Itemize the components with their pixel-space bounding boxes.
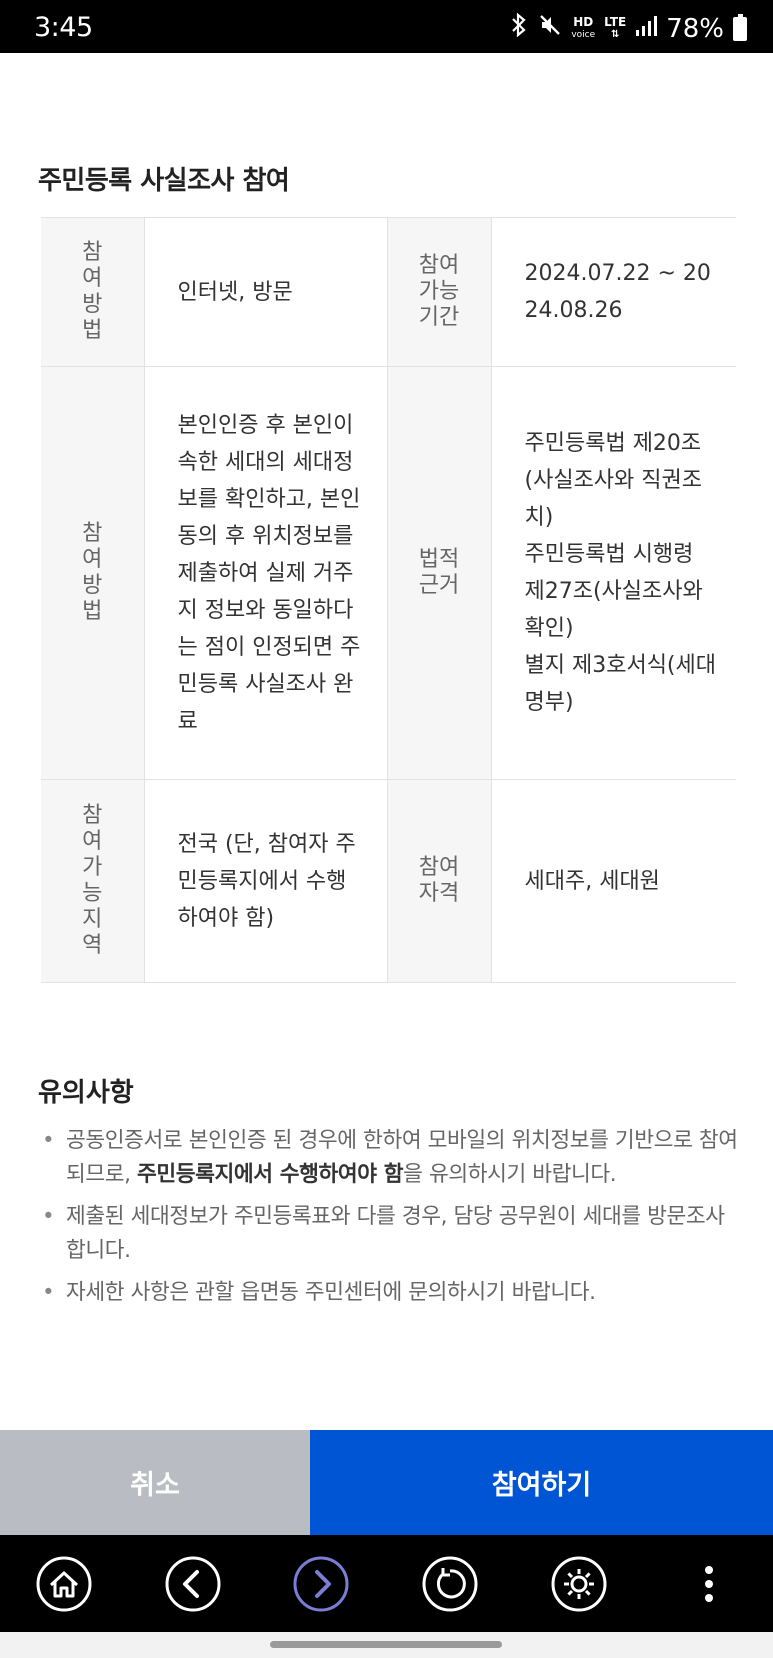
row-value: 인터넷, 방문 [144,217,387,367]
table-row: 참여방법 본인인증 후 본인이 속한 세대의 세대정보를 확인하고, 본인 동의… [41,366,736,780]
legal-basis-line: 주민등록법 시행령 제27조(사실조사와 확인) [524,542,703,641]
gesture-handle[interactable] [270,1641,502,1648]
cancel-button[interactable]: 취소 [0,1430,310,1535]
voice-label: voice [571,29,596,40]
status-time: 3:45 [34,12,93,43]
list-item: 제출된 세대정보가 주민등록표와 다를 경우, 담당 공무원이 세대를 방문조사… [38,1200,738,1268]
gesture-bar [0,1632,773,1658]
status-bar: 3:45 HD voice LTE ⇅ 78% [0,0,773,53]
legal-basis-line: 별지 제3호서식(세대명부) [524,653,717,715]
row-header-label: 참여가능지역 [82,803,103,958]
row-value: 2024.07.22 ~ 2024.08.26 [491,217,736,367]
hd-voice-indicator: HD voice [571,14,596,41]
row-value: 세대주, 세대원 [491,779,736,983]
row-header-label: 법적근거 [418,547,460,598]
legal-basis-line: 주민등록법 제20조(사실조사와 직권조치) [524,431,703,530]
notice-title: 유의사항 [38,1078,134,1108]
notice-emphasis: 주민등록지에서 수행하여야 함 [137,1162,404,1187]
row-header: 참여가능지역 [41,779,145,983]
forward-icon[interactable] [292,1555,350,1613]
lte-label: LTE [604,15,627,29]
list-item: 자세한 사항은 관할 읍면동 주민센터에 문의하시기 바랍니다. [38,1276,738,1310]
row-header-label: 참여방법 [82,521,103,624]
row-value: 본인인증 후 본인이 속한 세대의 세대정보를 확인하고, 본인 동의 후 위치… [144,366,387,780]
row-header-label: 참여자격 [418,855,460,906]
row-header: 참여자격 [386,779,492,983]
notice-text: 을 유의하시기 바랍니다. [403,1162,617,1187]
table-row: 참여방법 인터넷, 방문 참여가능기간 2024.07.22 ~ 2024.08… [41,217,736,367]
mute-icon [538,13,562,44]
more-icon[interactable] [680,1555,738,1613]
back-icon[interactable] [164,1555,222,1613]
list-item: 공동인증서로 본인인증 된 경우에 한하여 모바일의 위치정보를 기반으로 참여… [38,1124,738,1192]
battery-icon [733,13,747,41]
battery-percent: 78% [666,13,724,44]
refresh-icon[interactable] [421,1555,479,1613]
row-header-label: 참여방법 [82,240,103,343]
row-header: 법적근거 [386,366,492,780]
bluetooth-icon [509,12,529,45]
lte-indicator: LTE ⇅ [604,15,627,40]
notice-list: 공동인증서로 본인인증 된 경우에 한하여 모바일의 위치정보를 기반으로 참여… [38,1124,738,1318]
row-header-label: 참여가능기간 [418,253,460,330]
row-header: 참여방법 [41,217,145,367]
row-value: 전국 (단, 참여자 주민등록지에서 수행하여야 함) [144,779,387,983]
home-icon[interactable] [35,1555,93,1613]
row-header: 참여방법 [41,366,145,780]
hd-label: HD [573,14,594,29]
settings-icon[interactable] [550,1555,608,1613]
status-icons: HD voice LTE ⇅ 78% [509,12,747,45]
join-button[interactable]: 참여하기 [310,1430,773,1535]
legal-basis-value: 주민등록법 제20조(사실조사와 직권조치) 주민등록법 시행령 제27조(사실… [491,366,736,780]
signal-icon [635,14,658,44]
period-value: 2024.07.22 ~ 2024.08.26 [524,261,711,323]
participation-info-table: 참여방법 인터넷, 방문 참여가능기간 2024.07.22 ~ 2024.08… [41,217,736,983]
row-header: 참여가능기간 [386,217,492,367]
browser-nav-bar [0,1535,773,1632]
table-row: 참여가능지역 전국 (단, 참여자 주민등록지에서 수행하여야 함) 참여자격 … [41,779,736,983]
page-title: 주민등록 사실조사 참여 [38,166,290,196]
